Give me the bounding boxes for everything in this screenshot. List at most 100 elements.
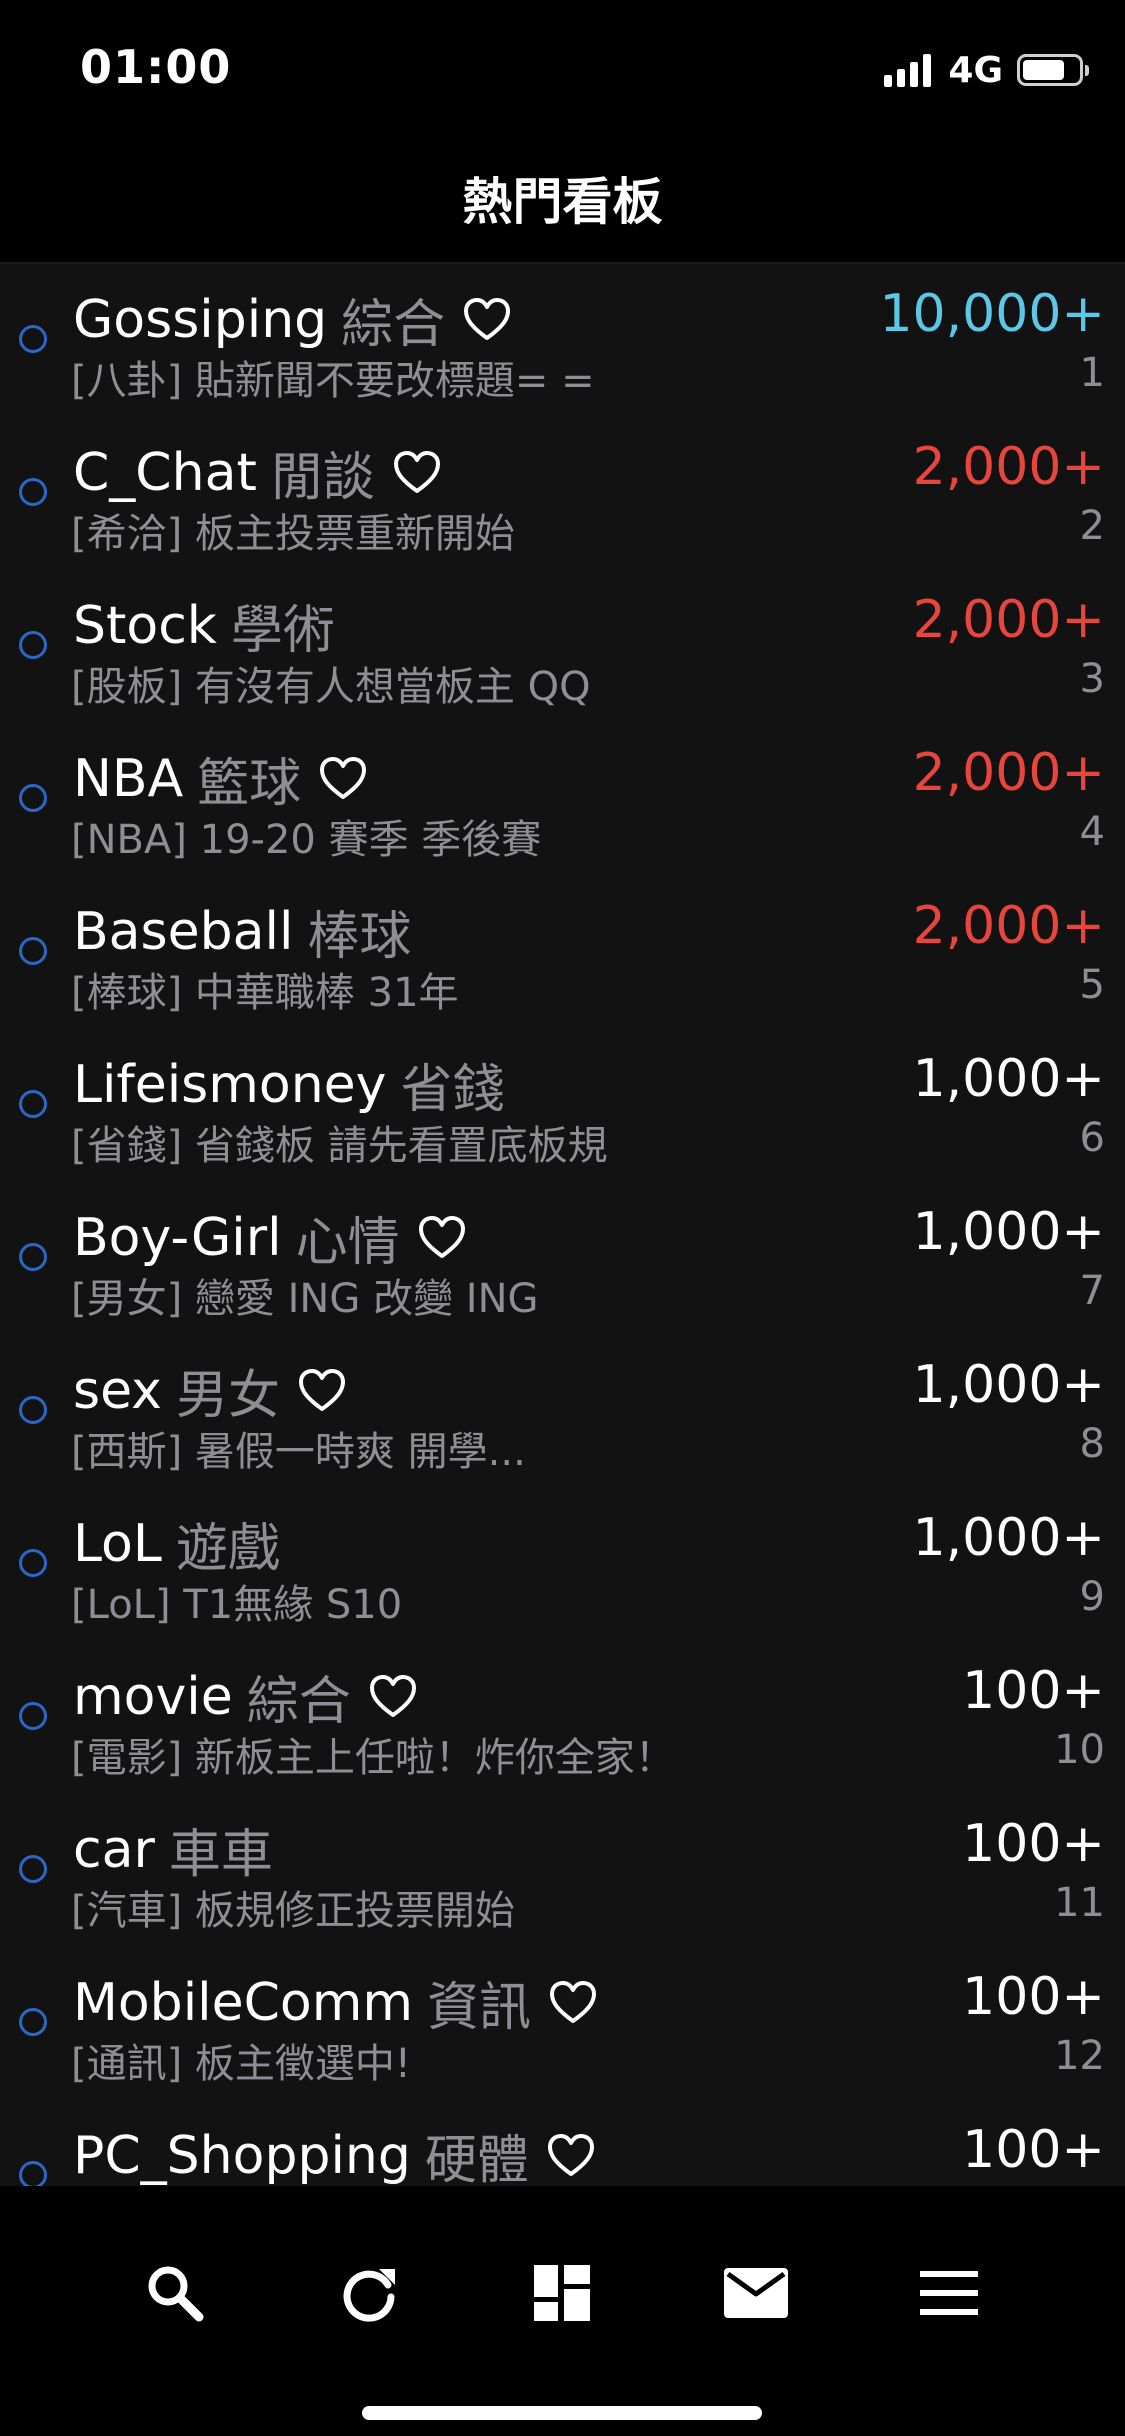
board-row[interactable]: PC_Shopping 硬體 100+ (0, 2100, 1125, 2186)
heart-icon[interactable] (547, 2133, 595, 2178)
board-title: Lifeismoney 省錢 (73, 1047, 504, 1122)
heart-icon[interactable] (549, 1980, 597, 2025)
board-category: 車車 (168, 1825, 273, 1885)
board-description: [股板] 有沒有人想當板主 QQ (71, 664, 591, 710)
board-popularity: 2,000+ (912, 590, 1105, 650)
board-description: [男女] 戀愛 ING 改變 ING (71, 1276, 539, 1322)
board-name: Stock (73, 595, 217, 656)
board-row[interactable]: MobileComm 資訊 [通訊] 板主徵選中! 100+ 12 (0, 1947, 1125, 2100)
board-popularity: 1,000+ (912, 1508, 1105, 1568)
heart-icon[interactable] (319, 756, 367, 801)
board-popularity: 100+ (962, 1967, 1105, 2027)
unread-indicator-icon (19, 1396, 47, 1424)
board-popularity: 1,000+ (912, 1202, 1105, 1262)
heart-icon[interactable] (369, 1674, 417, 1719)
board-row[interactable]: Baseball 棒球 [棒球] 中華職棒 31年 2,000+ 5 (0, 876, 1125, 1029)
heart-icon[interactable] (418, 1215, 466, 1260)
dashboard-icon (534, 2265, 590, 2321)
board-description: [八卦] 貼新聞不要改標題= = (71, 358, 595, 404)
board-title: C_Chat 閒談 (73, 435, 441, 510)
board-rank: 9 (1079, 1574, 1105, 1620)
unread-indicator-icon (19, 2008, 47, 2036)
board-title: Boy-Girl 心情 (73, 1200, 466, 1275)
tab-search[interactable] (120, 2238, 230, 2348)
board-description: [省錢] 省錢板 請先看置底板規 (71, 1123, 608, 1169)
board-row[interactable]: movie 綜合 [電影] 新板主上任啦！炸你全家！ 100+ 10 (0, 1641, 1125, 1794)
board-name: C_Chat (73, 442, 257, 503)
unread-indicator-icon (19, 1549, 47, 1577)
mail-icon (724, 2268, 788, 2318)
board-title: Baseball 棒球 (73, 894, 411, 969)
board-description: [棒球] 中華職棒 31年 (71, 970, 459, 1016)
battery-level (1023, 60, 1064, 80)
board-popularity: 1,000+ (912, 1049, 1105, 1109)
board-title: PC_Shopping 硬體 (73, 2118, 595, 2186)
board-category: 綜合 (341, 295, 446, 355)
board-row[interactable]: Lifeismoney 省錢 [省錢] 省錢板 請先看置底板規 1,000+ 6 (0, 1029, 1125, 1182)
network-type: 4G (948, 49, 1003, 91)
menu-icon (920, 2271, 978, 2315)
board-name: sex (73, 1360, 162, 1421)
board-category: 綜合 (246, 1672, 351, 1732)
home-indicator[interactable] (362, 2406, 762, 2420)
board-name: movie (73, 1666, 233, 1727)
board-row[interactable]: NBA 籃球 [NBA] 19-20 賽季 季後賽 2,000+ 4 (0, 723, 1125, 876)
board-list[interactable]: Gossiping 綜合 [八卦] 貼新聞不要改標題= = 10,000+ 1 C_Cha… (0, 264, 1125, 2186)
refresh-icon (343, 2269, 395, 2322)
heart-icon[interactable] (298, 1368, 346, 1413)
tab-menu[interactable] (894, 2238, 1004, 2348)
unread-indicator-icon (19, 1243, 47, 1271)
board-popularity: 2,000+ (912, 896, 1105, 956)
board-category: 省錢 (400, 1060, 505, 1120)
board-popularity: 100+ (962, 2120, 1105, 2180)
heart-icon[interactable] (463, 297, 511, 342)
board-description: [NBA] 19-20 賽季 季後賽 (71, 817, 542, 863)
header: 熱門看板 (0, 132, 1125, 264)
board-rank: 6 (1079, 1115, 1105, 1161)
board-category: 閒談 (270, 448, 375, 508)
board-row[interactable]: Boy-Girl 心情 [男女] 戀愛 ING 改變 ING 1,000+ 7 (0, 1182, 1125, 1335)
board-title: LoL 遊戲 (73, 1506, 280, 1581)
board-name: NBA (73, 748, 184, 809)
board-title: Stock 學術 (73, 588, 335, 663)
tab-mail[interactable] (701, 2238, 811, 2348)
tab-bar (0, 2186, 1125, 2436)
board-row[interactable]: C_Chat 閒談 [希洽] 板主投票重新開始 2,000+ 2 (0, 417, 1125, 570)
board-category: 心情 (295, 1213, 400, 1273)
signal-icon (884, 53, 936, 87)
unread-indicator-icon (19, 1090, 47, 1118)
board-row[interactable]: Stock 學術 [股板] 有沒有人想當板主 QQ 2,000+ 3 (0, 570, 1125, 723)
board-rank: 12 (1054, 2033, 1105, 2079)
board-row[interactable]: car 車車 [汽車] 板規修正投票開始 100+ 11 (0, 1794, 1125, 1947)
board-rank: 7 (1079, 1268, 1105, 1314)
heart-icon[interactable] (393, 450, 441, 495)
unread-indicator-icon (19, 2161, 47, 2186)
tab-refresh[interactable] (314, 2238, 424, 2348)
tab-dashboard[interactable] (507, 2238, 617, 2348)
board-row[interactable]: Gossiping 綜合 [八卦] 貼新聞不要改標題= = 10,000+ 1 (0, 264, 1125, 417)
board-rank: 8 (1079, 1421, 1105, 1467)
unread-indicator-icon (19, 1855, 47, 1883)
status-time: 01:00 (80, 40, 232, 94)
board-title: MobileComm 資訊 (73, 1965, 597, 2040)
status-bar: 01:00 4G (0, 0, 1125, 132)
board-category: 棒球 (307, 907, 412, 967)
board-row[interactable]: LoL 遊戲 [LoL] T1無緣 S10 1,000+ 9 (0, 1488, 1125, 1641)
board-name: car (73, 1819, 155, 1880)
board-row[interactable]: sex 男女 [西斯] 暑假一時爽 開學... 1,000+ 8 (0, 1335, 1125, 1488)
board-rank: 2 (1079, 503, 1105, 549)
board-popularity: 1,000+ (912, 1355, 1105, 1415)
board-name: Baseball (73, 901, 294, 962)
board-rank: 4 (1079, 809, 1105, 855)
board-popularity: 2,000+ (912, 437, 1105, 497)
unread-indicator-icon (19, 631, 47, 659)
board-popularity: 10,000+ (879, 284, 1105, 344)
board-category: 資訊 (427, 1978, 532, 2038)
board-category: 硬體 (424, 2131, 529, 2186)
board-category: 遊戲 (175, 1519, 280, 1579)
unread-indicator-icon (19, 1702, 47, 1730)
board-popularity: 2,000+ (912, 743, 1105, 803)
board-name: Lifeismoney (73, 1054, 387, 1115)
board-name: LoL (73, 1513, 162, 1574)
page-title: 熱門看板 (462, 173, 663, 231)
